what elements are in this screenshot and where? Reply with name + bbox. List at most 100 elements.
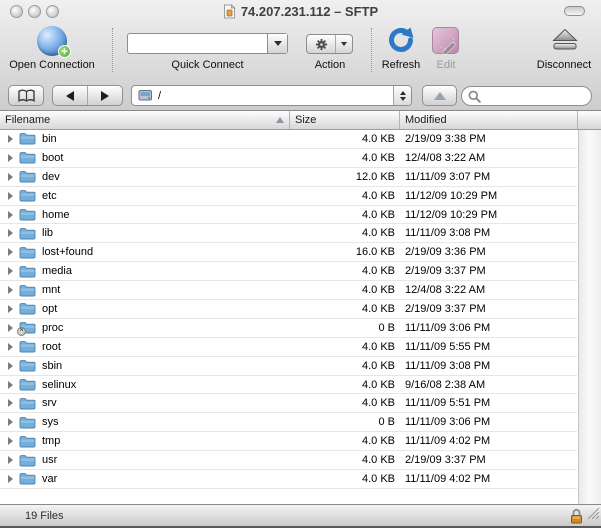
file-modified: 11/11/09 4:02 PM (400, 432, 577, 450)
table-row[interactable]: × dev 12.0 KB 11/11/09 3:07 PM (0, 168, 577, 187)
file-size: 4.0 KB (290, 262, 400, 280)
disclosure-triangle-icon[interactable] (8, 286, 13, 294)
file-name: bin (42, 133, 57, 145)
column-header-spacer (578, 111, 601, 129)
forward-button[interactable] (87, 86, 122, 105)
table-row[interactable]: × mnt 4.0 KB 12/4/08 3:22 AM (0, 281, 577, 300)
file-count: 19 Files (25, 510, 64, 522)
table-row[interactable]: × root 4.0 KB 11/11/09 5:55 PM (0, 338, 577, 357)
file-modified: 11/11/09 3:08 PM (400, 224, 577, 242)
disclosure-triangle-icon[interactable] (8, 211, 13, 219)
zoom-button[interactable] (46, 5, 59, 18)
disclosure-triangle-icon[interactable] (8, 154, 13, 162)
minimize-button[interactable] (28, 5, 41, 18)
table-row[interactable]: × sbin 4.0 KB 11/11/09 3:08 PM (0, 357, 577, 376)
disclosure-triangle-icon[interactable] (8, 418, 13, 426)
column-header-filename[interactable]: Filename (0, 111, 290, 129)
search-icon (468, 90, 481, 103)
disclosure-triangle-icon[interactable] (8, 399, 13, 407)
table-row[interactable]: × var 4.0 KB 11/11/09 4:02 PM (0, 470, 577, 489)
table-row[interactable]: × bin 4.0 KB 2/19/09 3:38 PM (0, 130, 577, 149)
folder-icon (19, 340, 36, 353)
disconnect-label: Disconnect (528, 59, 600, 71)
table-row[interactable]: × selinux 4.0 KB 9/16/08 2:38 AM (0, 376, 577, 395)
table-row[interactable]: × home 4.0 KB 11/12/09 10:29 PM (0, 206, 577, 225)
disclosure-triangle-icon[interactable] (8, 324, 13, 332)
column-header-size[interactable]: Size (290, 111, 400, 129)
action-button[interactable] (306, 34, 353, 54)
title-bar[interactable]: 74.207.231.112 – SFTP (0, 0, 601, 22)
file-name: home (42, 209, 70, 221)
file-name: etc (42, 190, 57, 202)
file-modified: 11/11/09 3:07 PM (400, 168, 577, 186)
go-up-button[interactable] (422, 85, 457, 106)
disclosure-triangle-icon[interactable] (8, 135, 13, 143)
disclosure-triangle-icon[interactable] (8, 437, 13, 445)
path-stepper (393, 86, 411, 105)
edit-pencil-icon (432, 27, 459, 54)
toolbar-toggle-pill[interactable] (564, 6, 585, 16)
file-size: 16.0 KB (290, 243, 400, 261)
document-proxy-icon[interactable] (223, 4, 236, 19)
file-modified: 2/19/09 3:36 PM (400, 243, 577, 261)
close-button[interactable] (10, 5, 23, 18)
disclosure-triangle-icon[interactable] (8, 343, 13, 351)
table-row[interactable]: × sys 0 B 11/11/09 3:06 PM (0, 413, 577, 432)
file-size: 0 B (290, 319, 400, 337)
table-row[interactable]: × opt 4.0 KB 2/19/09 3:37 PM (0, 300, 577, 319)
file-name: dev (42, 171, 60, 183)
disclosure-triangle-icon[interactable] (8, 305, 13, 313)
disclosure-triangle-icon[interactable] (8, 381, 13, 389)
table-row[interactable]: × media 4.0 KB 2/19/09 3:37 PM (0, 262, 577, 281)
disclosure-triangle-icon[interactable] (8, 229, 13, 237)
file-size: 4.0 KB (290, 338, 400, 356)
table-row[interactable]: × proc 0 B 11/11/09 3:06 PM (0, 319, 577, 338)
file-name: sbin (42, 360, 62, 372)
column-header-modified[interactable]: Modified (400, 111, 578, 129)
table-row[interactable]: × usr 4.0 KB 2/19/09 3:37 PM (0, 451, 577, 470)
bookmarks-button[interactable] (8, 85, 44, 106)
modified-header-label: Modified (405, 114, 447, 126)
disclosure-triangle-icon[interactable] (8, 267, 13, 275)
table-row[interactable]: × lib 4.0 KB 11/11/09 3:08 PM (0, 224, 577, 243)
resize-grip[interactable] (587, 507, 600, 525)
folder-icon (19, 435, 36, 448)
disclosure-triangle-icon[interactable] (8, 362, 13, 370)
folder-icon (19, 227, 36, 240)
disclosure-triangle-icon[interactable] (8, 248, 13, 256)
book-icon (17, 89, 36, 103)
table-row[interactable]: × lost+found 16.0 KB 2/19/09 3:36 PM (0, 243, 577, 262)
action-label: Action (296, 59, 364, 71)
quick-connect-input[interactable] (128, 34, 267, 53)
back-button[interactable] (53, 86, 87, 105)
file-modified: 2/19/09 3:38 PM (400, 130, 577, 148)
disclosure-triangle-icon[interactable] (8, 192, 13, 200)
chevron-down-icon (341, 42, 347, 46)
path-popup-button[interactable]: / (131, 85, 412, 106)
folder-icon (19, 132, 36, 145)
file-modified: 11/11/09 5:55 PM (400, 338, 577, 356)
folder-icon (19, 246, 36, 259)
vertical-scrollbar-track[interactable] (578, 130, 601, 505)
folder-icon (19, 378, 36, 391)
quick-connect-dropdown-button[interactable] (267, 34, 287, 53)
search-field[interactable] (461, 86, 592, 106)
table-row[interactable]: × srv 4.0 KB 11/11/09 5:51 PM (0, 394, 577, 413)
file-size: 12.0 KB (290, 168, 400, 186)
file-name: proc (42, 322, 63, 334)
file-size: 4.0 KB (290, 394, 400, 412)
quick-connect-combobox[interactable] (127, 33, 288, 54)
disclosure-triangle-icon[interactable] (8, 456, 13, 464)
refresh-label: Refresh (376, 59, 426, 71)
arrow-left-icon (66, 91, 74, 101)
table-row[interactable]: × boot 4.0 KB 12/4/08 3:22 AM (0, 149, 577, 168)
table-row[interactable]: × tmp 4.0 KB 11/11/09 4:02 PM (0, 432, 577, 451)
file-size: 4.0 KB (290, 470, 400, 488)
folder-icon (19, 189, 36, 202)
search-input[interactable] (484, 89, 585, 103)
table-row[interactable]: × etc 4.0 KB 11/12/09 10:29 PM (0, 187, 577, 206)
disclosure-triangle-icon[interactable] (8, 475, 13, 483)
disclosure-triangle-icon[interactable] (8, 173, 13, 181)
quick-connect-label: Quick Connect (127, 59, 288, 71)
file-modified: 9/16/08 2:38 AM (400, 376, 577, 394)
